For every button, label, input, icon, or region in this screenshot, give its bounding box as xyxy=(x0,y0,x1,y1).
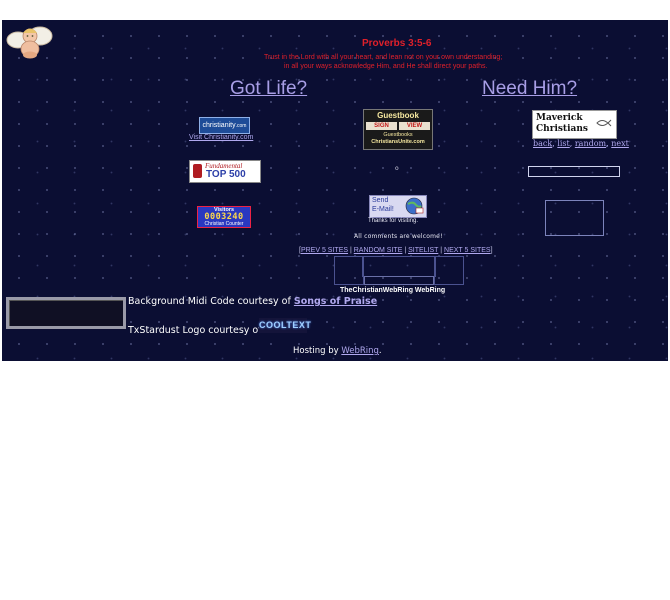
maverick-line-1: Maverick xyxy=(536,113,583,123)
guestbook-sign-button: SIGN xyxy=(366,122,397,130)
sitelist-link[interactable]: SITELIST xyxy=(408,247,438,254)
fundamental-line-2: TOP 500 xyxy=(206,169,246,180)
empty-frame xyxy=(545,200,604,236)
send-caption: Thanks for visiting. xyxy=(368,218,419,224)
maverick-christians-badge[interactable]: Maverick Christians xyxy=(532,110,617,139)
got-life-heading-link[interactable]: Got Life? xyxy=(230,78,307,100)
songs-of-praise-link[interactable]: Songs of Praise xyxy=(294,296,377,307)
small-marker: o xyxy=(395,165,399,172)
fundamental-top500-badge[interactable]: Fundamental TOP 500 xyxy=(189,160,261,183)
guestbook-badge[interactable]: Guestbook SIGN VIEW Guestbooks Christian… xyxy=(363,109,433,150)
guestbook-sub: Guestbooks xyxy=(383,132,413,138)
cherub-angel-icon xyxy=(6,22,54,62)
maverick-nav: back, list, random, next xyxy=(533,139,629,148)
christianity-logo-text: christianity xyxy=(202,122,236,129)
webring-nav: [PREV 5 SITES | RANDOM SITE | SITELIST |… xyxy=(299,247,493,254)
verse-line-2: in all your ways acknowledge Him, and He… xyxy=(284,63,488,70)
visitors-counter-badge[interactable]: Visitors 0003240 Christian Counter xyxy=(197,206,251,228)
guestbook-domain: ChristiansUnite.com xyxy=(371,139,425,145)
send-line-2: E-Mail! xyxy=(372,206,394,213)
maverick-next-link[interactable]: next xyxy=(611,139,629,148)
webring-name: TheChristianWebRing WebRing xyxy=(340,287,446,294)
christianity-badge[interactable]: christianity.com xyxy=(199,117,250,134)
visitors-sub: Christian Counter xyxy=(204,221,244,227)
globe-icon xyxy=(405,197,424,215)
next-5-sites-link[interactable]: NEXT 5 SITES xyxy=(444,247,491,254)
webring-banner-slot[interactable] xyxy=(364,276,434,285)
page-panel: Proverbs 3:5-6 Trust in the Lord with al… xyxy=(2,20,668,361)
webring-link[interactable]: WebRing xyxy=(341,346,379,356)
christianity-logo-suffix: .com xyxy=(235,123,247,129)
runner-icon xyxy=(193,164,202,178)
maverick-back-link[interactable]: back xyxy=(533,139,552,148)
nav-bracket-close: ] xyxy=(490,247,493,254)
empty-input-box[interactable] xyxy=(528,166,620,177)
send-email-badge[interactable]: Send E-Mail! xyxy=(369,195,427,218)
maverick-line-2: Christians xyxy=(536,124,588,134)
webring-frame-right xyxy=(434,256,464,285)
prev-5-sites-link[interactable]: PREV 5 SITES xyxy=(301,247,348,254)
webring-frame-center xyxy=(362,256,436,277)
webring-frame-left xyxy=(334,256,364,285)
verse-reference: Proverbs 3:5-6 xyxy=(362,38,432,49)
hosting-prefix: Hosting by xyxy=(293,346,342,356)
logo-credit-text: TxStardust Logo courtesy of xyxy=(128,325,262,336)
guestbook-view-button: VIEW xyxy=(399,122,430,130)
send-line-1: Send xyxy=(372,197,389,204)
comments-text: All comments are welcome! xyxy=(354,233,443,240)
midi-player[interactable] xyxy=(6,297,126,329)
hosting-suffix: . xyxy=(378,346,382,356)
cooltext-logo[interactable]: COOLTEXT xyxy=(259,318,311,333)
maverick-list-link[interactable]: list xyxy=(557,139,569,148)
midi-credit-text: Background Midi Code courtesy of xyxy=(128,296,294,307)
hosting-line: Hosting by WebRing. xyxy=(293,346,382,356)
random-site-link[interactable]: RANDOM SITE xyxy=(354,247,403,254)
guestbook-title: Guestbook xyxy=(377,111,419,120)
verse-line-1: Trust in the Lord with all your heart, a… xyxy=(264,54,503,61)
ichthys-fish-icon xyxy=(596,119,612,127)
maverick-random-link[interactable]: random xyxy=(575,139,606,148)
visit-christianity-link[interactable]: Visit Christianity.com xyxy=(189,134,253,141)
midi-credit: Background Midi Code courtesy of Songs o… xyxy=(128,296,377,307)
need-him-heading-link[interactable]: Need Him? xyxy=(482,78,577,100)
